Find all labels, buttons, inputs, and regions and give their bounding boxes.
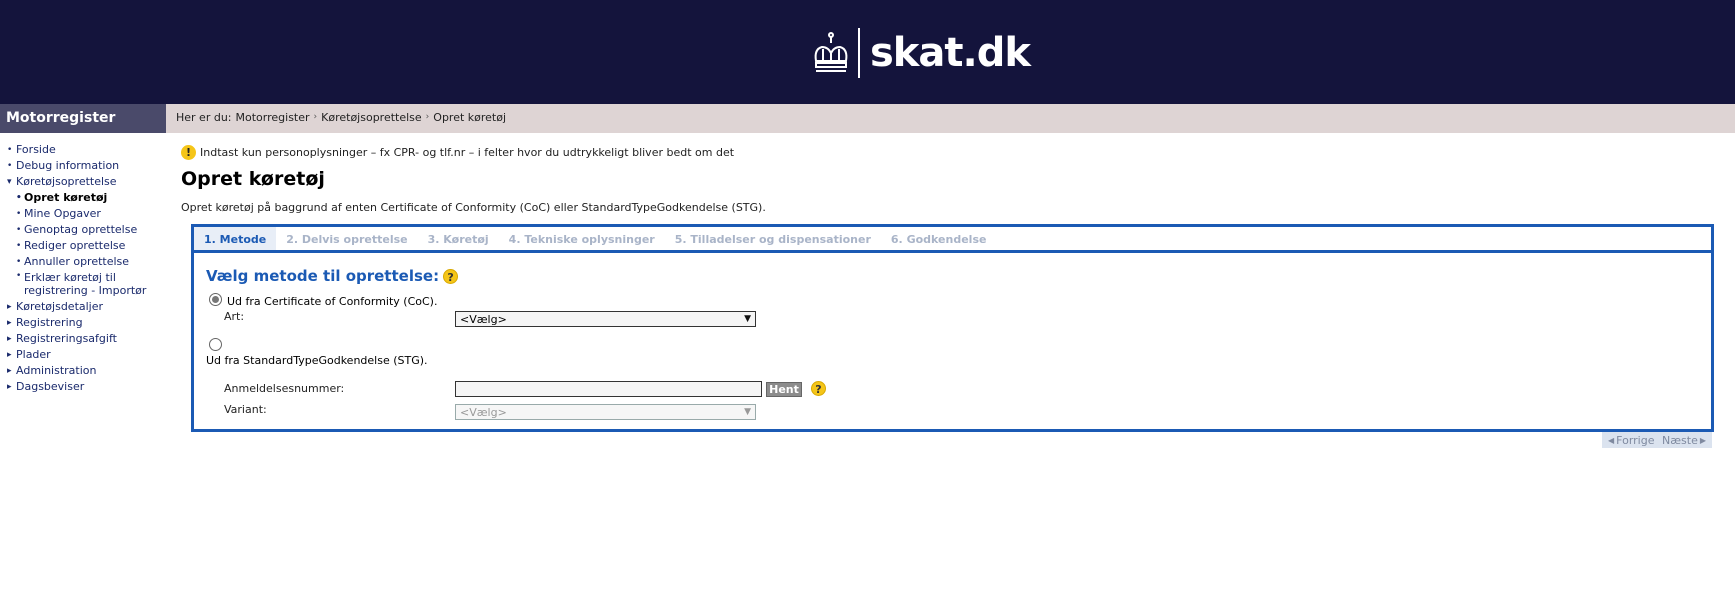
- bullet-icon: •: [16, 209, 22, 219]
- nav-title: Motorregister: [0, 104, 166, 133]
- bullet-icon: •: [7, 145, 13, 155]
- sidebar-item-opret-koretoj[interactable]: • Opret køretøj: [0, 190, 166, 206]
- arrow-left-icon: ◀: [1608, 435, 1615, 445]
- chevron-right-icon: ›: [313, 112, 318, 122]
- section-title-text: Vælg metode til oprettelse:: [206, 267, 440, 285]
- sidebar-item-forside[interactable]: • Forside: [0, 142, 166, 158]
- variant-label: Variant:: [224, 403, 267, 416]
- stg-label: Ud fra StandardTypeGodkendelse (STG).: [206, 354, 428, 367]
- anmeldelsesnummer-label: Anmeldelsesnummer:: [224, 382, 345, 395]
- triangle-right-icon: ▸: [7, 382, 12, 392]
- sidebar-item-label: Registreringsafgift: [16, 332, 117, 345]
- wizard-panel: 1. Metode 2. Delvis oprettelse 3. Køretø…: [191, 224, 1714, 432]
- bullet-icon: •: [16, 225, 22, 235]
- notice-text: Indtast kun personoplysninger – fx CPR- …: [200, 146, 735, 159]
- triangle-right-icon: ▸: [7, 318, 12, 328]
- sidebar-nav: • Forside • Debug information ▾ Køretøjsopr…: [0, 142, 166, 395]
- chevron-down-icon: ▼: [744, 314, 751, 324]
- triangle-down-icon: ▾: [7, 177, 12, 187]
- coc-radio[interactable]: [209, 293, 222, 306]
- chevron-right-icon: ›: [425, 112, 430, 122]
- coc-label: Ud fra Certificate of Conformity (CoC).: [227, 295, 438, 308]
- sidebar-item-label: Rediger oprettelse: [24, 239, 126, 252]
- arrow-right-icon: ▶: [1699, 435, 1706, 445]
- next-button[interactable]: Næste ▶: [1658, 432, 1712, 448]
- bullet-icon: •: [7, 161, 13, 171]
- bullet-icon: •: [16, 241, 22, 251]
- sidebar-item-label: Annuller oprettelse: [24, 255, 130, 268]
- triangle-right-icon: ▸: [7, 350, 12, 360]
- anmeldelsesnummer-input[interactable]: [455, 381, 762, 397]
- sidebar-item-registreringsafgift[interactable]: ▸ Registreringsafgift: [0, 331, 166, 347]
- breadcrumb-prefix: Her er du:: [176, 111, 232, 124]
- prev-label: Forrige: [1616, 433, 1655, 447]
- triangle-right-icon: ▸: [7, 366, 12, 376]
- sidebar-item-mine-opgaver[interactable]: • Mine Opgaver: [0, 206, 166, 222]
- bullet-icon: •: [16, 271, 22, 281]
- sidebar-item-koretojsdetaljer[interactable]: ▸ Køretøjsdetaljer: [0, 299, 166, 315]
- sidebar-item-dagsbeviser[interactable]: ▸ Dagsbeviser: [0, 379, 166, 395]
- art-label: Art:: [224, 310, 245, 323]
- section-title: Vælg metode til oprettelse: ?: [206, 267, 459, 285]
- sidebar-item-label: Plader: [16, 348, 51, 361]
- tab-koretoj: 3. Køretøj: [427, 233, 489, 246]
- privacy-notice: ! Indtast kun personoplysninger – fx CPR…: [181, 145, 734, 160]
- tab-tekniske-oplysninger: 4. Tekniske oplysninger: [508, 233, 655, 246]
- logo-divider: [858, 28, 860, 78]
- tab-metode[interactable]: 1. Metode: [194, 227, 277, 253]
- breadcrumb-item[interactable]: Køretøjsoprettelse: [321, 111, 422, 133]
- prev-button[interactable]: ◀ Forrige: [1602, 432, 1659, 448]
- help-icon[interactable]: ?: [811, 381, 826, 396]
- sidebar-item-label: Debug information: [16, 159, 120, 172]
- breadcrumb: Her er du: Motorregister › Køretøjsopret…: [166, 104, 1735, 133]
- tab-delvis-oprettelse: 2. Delvis oprettelse: [286, 233, 408, 246]
- sidebar-item-label: Administration: [16, 364, 97, 377]
- site-header: skat.dk: [0, 0, 1735, 104]
- sidebar-item-debug-information[interactable]: • Debug information: [0, 158, 166, 174]
- sidebar-item-label: Genoptag oprettelse: [24, 223, 138, 236]
- warning-icon: !: [181, 145, 196, 160]
- sidebar-item-koretojsoprettelse[interactable]: ▾ Køretøjsoprettelse: [0, 174, 166, 190]
- sidebar-item-registrering[interactable]: ▸ Registrering: [0, 315, 166, 331]
- sidebar-item-label: Erklær køretøj til registrering - Import…: [24, 271, 147, 297]
- variant-select[interactable]: <Vælg> ▼: [455, 404, 756, 420]
- sidebar-item-erklaer-koretoj[interactable]: • Erklær køretøj til registrering - Impor…: [0, 270, 166, 299]
- skat-logo[interactable]: skat.dk: [812, 26, 1031, 80]
- bullet-icon: •: [16, 257, 22, 267]
- sidebar-item-plader[interactable]: ▸ Plader: [0, 347, 166, 363]
- triangle-right-icon: ▸: [7, 334, 12, 344]
- page-description: Opret køretøj på baggrund af enten Certi…: [181, 201, 766, 214]
- art-select-value: <Vælg>: [460, 312, 507, 326]
- wizard-tabs: 1. Metode 2. Delvis oprettelse 3. Køretø…: [194, 227, 1711, 253]
- crown-icon: [814, 32, 848, 72]
- stg-radio[interactable]: [209, 338, 222, 351]
- sidebar-item-annuller-oprettelse[interactable]: • Annuller oprettelse: [0, 254, 166, 270]
- sidebar-item-label: Opret køretøj: [24, 191, 108, 204]
- breadcrumb-item: Opret køretøj: [433, 111, 507, 124]
- tab-godkendelse: 6. Godkendelse: [890, 233, 987, 246]
- tab-tilladelser: 5. Tilladelser og dispensationer: [674, 233, 871, 246]
- bullet-icon: •: [16, 193, 22, 203]
- sidebar-item-label: Køretøjsoprettelse: [16, 175, 117, 188]
- hent-button[interactable]: Hent: [766, 382, 802, 397]
- chevron-down-icon: ▼: [744, 407, 751, 417]
- sidebar-item-administration[interactable]: ▸ Administration: [0, 363, 166, 379]
- sidebar-item-label: Køretøjsdetaljer: [16, 300, 104, 313]
- sidebar-item-label: Registrering: [16, 316, 83, 329]
- page-title: Opret køretøj: [181, 168, 325, 190]
- breadcrumb-item[interactable]: Motorregister: [236, 111, 310, 133]
- sidebar-item-rediger-oprettelse[interactable]: • Rediger oprettelse: [0, 238, 166, 254]
- brand-name: skat.dk: [870, 30, 1031, 76]
- sidebar-item-label: Forside: [16, 143, 56, 156]
- sidebar-item-label: Dagsbeviser: [16, 380, 85, 393]
- help-icon[interactable]: ?: [443, 268, 459, 284]
- next-label: Næste: [1662, 433, 1698, 447]
- art-select[interactable]: <Vælg> ▼: [455, 311, 756, 327]
- sidebar-item-label: Mine Opgaver: [24, 207, 101, 220]
- coc-option[interactable]: Ud fra Certificate of Conformity (CoC).: [209, 291, 437, 308]
- triangle-right-icon: ▸: [7, 302, 12, 312]
- variant-select-value: <Vælg>: [460, 405, 507, 419]
- sidebar-item-genoptag-oprettelse[interactable]: • Genoptag oprettelse: [0, 222, 166, 238]
